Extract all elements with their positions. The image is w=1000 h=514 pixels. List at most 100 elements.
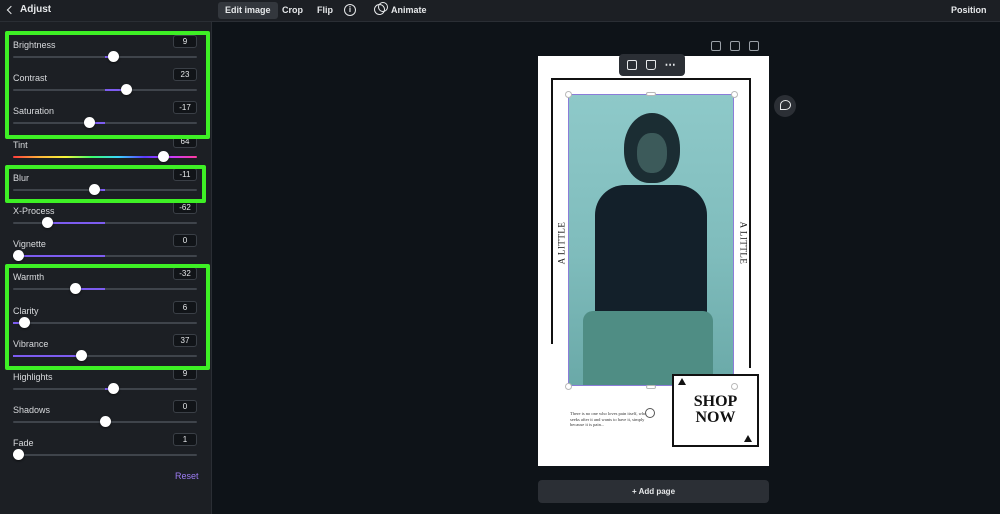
- slider-track[interactable]: [13, 155, 197, 158]
- slider-value-input[interactable]: 23: [173, 68, 197, 82]
- resize-handle-top[interactable]: [646, 92, 656, 96]
- slider-label: Tint: [13, 139, 28, 150]
- slider-value-input[interactable]: -32: [173, 267, 197, 281]
- vertical-text-left[interactable]: A LITTLE: [556, 222, 566, 265]
- info-icon[interactable]: i: [344, 4, 356, 16]
- slider-clarity[interactable]: Clarity 6: [13, 300, 197, 339]
- chevron-left-icon: [6, 5, 16, 14]
- slider-value-input[interactable]: -11: [173, 167, 197, 181]
- comment-button[interactable]: [774, 95, 796, 117]
- resize-handle-bl[interactable]: [565, 383, 572, 390]
- slider-label: Warmth: [13, 272, 45, 283]
- slider-fill: [47, 222, 105, 224]
- tab-edit-image[interactable]: Edit image: [218, 2, 278, 19]
- shop-line-2: NOW: [695, 409, 736, 426]
- copy-icon[interactable]: [627, 60, 638, 70]
- frame-line-top: [551, 78, 751, 80]
- slider-x-process[interactable]: X-Process -62: [13, 201, 197, 239]
- slider-label: Fade: [13, 438, 34, 449]
- slider-value-input[interactable]: 1: [173, 433, 197, 447]
- more-options-icon[interactable]: ⋯: [665, 60, 677, 71]
- resize-handle-tr[interactable]: [731, 91, 738, 98]
- slider-label: Vignette: [13, 239, 46, 250]
- photo-element[interactable]: [568, 94, 734, 386]
- slider-label: Saturation: [13, 106, 55, 117]
- back-button[interactable]: Adjust: [6, 4, 52, 15]
- slider-value-input[interactable]: 0: [173, 400, 197, 414]
- slider-knob[interactable]: [83, 117, 95, 129]
- adjust-panel: Brightness 9 Contrast 23 Saturation -17 Tint 64…: [0, 22, 212, 514]
- add-page-button[interactable]: + Add page: [538, 480, 769, 503]
- triangle-bottom-icon: [744, 435, 752, 442]
- slider-knob[interactable]: [13, 250, 24, 262]
- slider-fill: [13, 354, 82, 357]
- slider-contrast[interactable]: Contrast 23: [13, 68, 197, 106]
- duplicate-page-icon[interactable]: [730, 41, 740, 51]
- position-button[interactable]: Position: [944, 2, 994, 19]
- slider-fill: [13, 255, 105, 258]
- slider-knob[interactable]: [75, 349, 87, 361]
- shop-now-box[interactable]: SHOP NOW: [672, 374, 759, 447]
- resize-handle-tl[interactable]: [565, 91, 572, 98]
- back-label: Adjust: [20, 4, 52, 15]
- slider-highlights[interactable]: Highlights 9: [13, 367, 197, 405]
- slider-label: Brightness: [13, 40, 56, 50]
- slider-fade[interactable]: Fade 1: [13, 433, 197, 471]
- animate-button[interactable]: Animate: [384, 2, 434, 19]
- slider-value-input[interactable]: -62: [173, 201, 197, 214]
- slider-knob[interactable]: [70, 283, 82, 295]
- reset-button[interactable]: Reset: [175, 471, 199, 481]
- lock-icon[interactable]: [711, 41, 721, 51]
- frame-line-left: [551, 78, 553, 344]
- slider-saturation[interactable]: Saturation -17: [13, 101, 197, 139]
- slider-track[interactable]: [13, 454, 197, 457]
- slider-knob[interactable]: [89, 183, 101, 195]
- slider-track[interactable]: [13, 188, 197, 191]
- photo-subject-face: [637, 133, 667, 173]
- slider-knob[interactable]: [158, 150, 170, 162]
- page-tools: [711, 41, 759, 51]
- slider-label: X-Process: [13, 206, 55, 216]
- design-page[interactable]: A LITTLE A LITTLE SHOP NOW There is no o…: [538, 56, 769, 466]
- slider-knob[interactable]: [107, 51, 119, 62]
- slider-label: Clarity: [13, 305, 39, 316]
- slider-tint[interactable]: Tint 64: [13, 134, 197, 173]
- add-page-icon[interactable]: [749, 41, 759, 51]
- slider-value-input[interactable]: 9: [173, 367, 197, 380]
- slider-knob[interactable]: [107, 383, 119, 394]
- slider-vibrance[interactable]: Vibrance 37: [13, 333, 197, 372]
- slider-knob[interactable]: [99, 416, 111, 428]
- slider-value-input[interactable]: 37: [173, 333, 197, 347]
- tab-flip[interactable]: Flip: [310, 2, 340, 19]
- slider-track[interactable]: [13, 321, 197, 324]
- slider-value-input[interactable]: 6: [173, 300, 197, 314]
- slider-track[interactable]: [13, 288, 197, 291]
- slider-knob[interactable]: [18, 316, 30, 328]
- slider-value-input[interactable]: -17: [173, 101, 197, 115]
- slider-label: Vibrance: [13, 338, 49, 349]
- slider-value-input[interactable]: 0: [173, 234, 197, 248]
- slider-track[interactable]: [13, 122, 197, 125]
- shop-line-1: SHOP: [693, 393, 738, 410]
- slider-blur[interactable]: Blur -11: [13, 167, 197, 206]
- resize-handle-br[interactable]: [731, 383, 738, 390]
- slider-knob[interactable]: [13, 449, 24, 461]
- slider-vignette[interactable]: Vignette 0: [13, 234, 197, 272]
- element-context-menu: ⋯: [619, 54, 685, 76]
- body-copy[interactable]: There is no one who loves pain itself, w…: [570, 411, 652, 428]
- slider-label: Blur: [13, 172, 30, 183]
- slider-knob[interactable]: [42, 217, 54, 228]
- slider-track[interactable]: [13, 222, 197, 224]
- slider-shadows[interactable]: Shadows 0: [13, 400, 197, 438]
- tab-crop[interactable]: Crop: [275, 2, 310, 19]
- slider-value-input[interactable]: 64: [173, 134, 197, 148]
- slider-brightness[interactable]: Brightness 9: [13, 35, 197, 73]
- slider-label: Highlights: [13, 372, 53, 382]
- vertical-text-right[interactable]: A LITTLE: [738, 222, 748, 265]
- slider-warmth[interactable]: Warmth -32: [13, 267, 197, 305]
- trash-icon[interactable]: [645, 60, 656, 70]
- slider-knob[interactable]: [120, 84, 132, 96]
- slider-value-input[interactable]: 9: [173, 35, 197, 48]
- resize-handle-bottom[interactable]: [646, 385, 656, 389]
- rotate-icon[interactable]: [645, 408, 655, 418]
